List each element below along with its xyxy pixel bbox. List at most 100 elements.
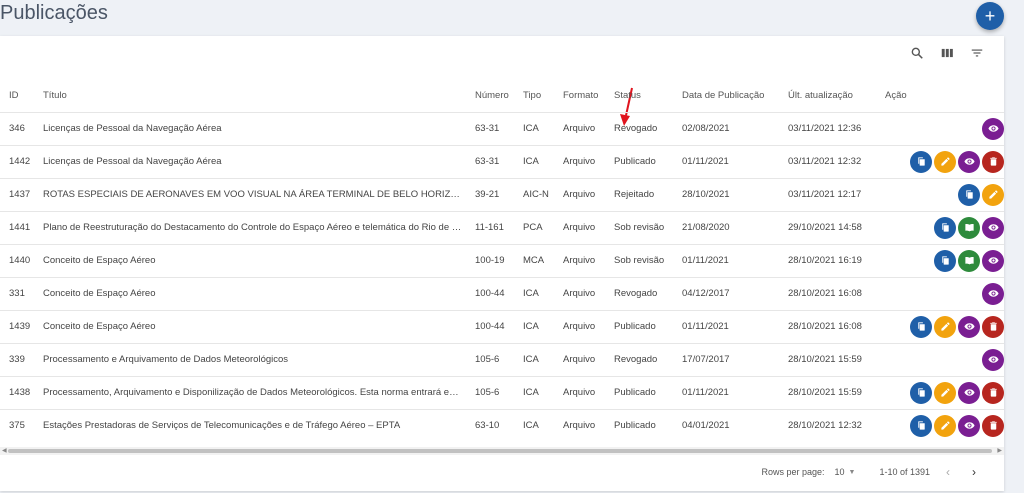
rows-per-page-select[interactable]: 10 ▼ [835,467,856,477]
review-button[interactable] [958,216,980,239]
copy-button[interactable] [910,315,932,338]
view-button[interactable] [982,282,1004,305]
prev-page-button[interactable]: ‹ [940,465,956,479]
cell-tipo: ICA [514,144,554,178]
copy-button[interactable] [910,150,932,173]
view-button[interactable] [982,117,1004,140]
copy-icon [917,322,925,331]
delete-button[interactable] [982,315,1004,338]
trash-icon [989,157,997,166]
column-header[interactable]: Número [466,80,514,112]
table-row[interactable]: 1441 Plano de Reestruturação do Destacame… [0,210,1004,244]
add-publication-button[interactable]: + [976,2,1004,30]
filter-icon[interactable] [970,46,984,60]
scroll-left-icon[interactable]: ◀ [2,447,7,455]
review-button[interactable] [958,249,980,272]
column-header[interactable]: ID [0,80,34,112]
columns-icon[interactable] [940,46,954,60]
table-row[interactable]: 1437 ROTAS ESPECIAIS DE AERONAVES EM VOO … [0,177,1004,211]
view-button[interactable] [982,348,1004,371]
cell-atualizacao: 03/11/2021 12:36 [779,111,876,145]
delete-button[interactable] [982,414,1004,437]
copy-button[interactable] [958,183,980,206]
table-row[interactable]: 339 Processamento e Arquivamento de Dados… [0,342,1004,376]
cell-numero: 39-21 [466,177,514,211]
cell-atualizacao: 28/10/2021 12:32 [779,408,876,442]
cell-actions [876,276,1004,310]
edit-button[interactable] [934,414,956,437]
cell-numero: 63-31 [466,111,514,145]
edit-button[interactable] [934,150,956,173]
edit-button[interactable] [934,315,956,338]
cell-tipo: ICA [514,309,554,343]
cell-titulo: Licenças de Pessoal da Navegação Aérea [34,111,466,145]
column-header[interactable]: Título [34,80,466,112]
trash-icon [989,388,997,397]
column-header[interactable]: Tipo [514,80,554,112]
column-header[interactable]: Últ. atualização [779,80,876,112]
column-header[interactable]: Formato [554,80,605,112]
pagination-range: 1-10 of 1391 [879,467,930,477]
copy-button[interactable] [910,414,932,437]
horizontal-scrollbar[interactable]: ◀ ▶ [0,447,1004,455]
table-row[interactable]: 375 Estações Prestadoras de Serviços de T… [0,408,1004,442]
pencil-icon [940,322,950,331]
cell-formato: Arquivo [554,144,605,178]
edit-button[interactable] [982,183,1004,206]
scrollbar-thumb[interactable] [8,449,992,453]
column-header[interactable]: Ação [876,80,1004,112]
view-button[interactable] [982,216,1004,239]
view-button[interactable] [982,249,1004,272]
cell-numero: 105-6 [466,342,514,376]
delete-button[interactable] [982,150,1004,173]
table-row[interactable]: 1438 Processamento, Arquivamento e Dispon… [0,375,1004,409]
copy-button[interactable] [934,249,956,272]
table-row[interactable]: 1440 Conceito de Espaço Aéreo 100-19 MCA Arq… [0,243,1004,277]
eye-icon [987,356,999,363]
view-button[interactable] [958,414,980,437]
cell-tipo: ICA [514,375,554,409]
cell-actions [876,408,1004,442]
table-pagination: Rows per page: 10 ▼ 1-10 of 1391 ‹ › [761,460,982,484]
table-row[interactable]: 346 Licenças de Pessoal da Navegação Aére… [0,111,1004,145]
cell-actions [876,375,1004,409]
cell-id: 331 [0,276,34,310]
view-button[interactable] [958,315,980,338]
table-row[interactable]: 1439 Conceito de Espaço Aéreo 100-44 ICA Arq… [0,309,1004,343]
view-button[interactable] [958,381,980,404]
cell-actions [876,177,1004,211]
edit-button[interactable] [934,381,956,404]
cell-titulo: Processamento, Arquivamento e Disponiliz… [34,375,466,409]
cell-id: 1442 [0,144,34,178]
eye-icon [963,323,975,330]
search-icon[interactable] [910,46,924,60]
cell-data: 01/11/2021 [673,243,779,277]
rows-per-page-label: Rows per page: [761,467,825,477]
copy-button[interactable] [934,216,956,239]
column-header[interactable]: Data de Publicação [673,80,779,112]
table-header-row: ID Título Número Tipo Formato Status Data de P… [0,80,1004,112]
eye-icon [987,257,999,264]
cell-formato: Arquivo [554,276,605,310]
cell-titulo: Conceito de Espaço Aéreo [34,243,466,277]
cell-tipo: ICA [514,276,554,310]
view-button[interactable] [958,150,980,173]
cell-actions [876,210,1004,244]
cell-formato: Arquivo [554,375,605,409]
copy-button[interactable] [910,381,932,404]
cell-numero: 100-19 [466,243,514,277]
cell-data: 01/11/2021 [673,309,779,343]
eye-icon [987,290,999,297]
table-row[interactable]: 1442 Licenças de Pessoal da Navegação Aér… [0,144,1004,178]
next-page-button[interactable]: › [966,465,982,479]
column-header[interactable]: Status [605,80,673,112]
book-icon [964,223,974,232]
table-row[interactable]: 331 Conceito de Espaço Aéreo 100-44 ICA Arqu… [0,276,1004,310]
cell-formato: Arquivo [554,177,605,211]
cell-titulo: Conceito de Espaço Aéreo [34,276,466,310]
eye-icon [963,422,975,429]
copy-icon [917,421,925,430]
delete-button[interactable] [982,381,1004,404]
cell-formato: Arquivo [554,111,605,145]
scroll-right-icon[interactable]: ▶ [997,447,1002,455]
